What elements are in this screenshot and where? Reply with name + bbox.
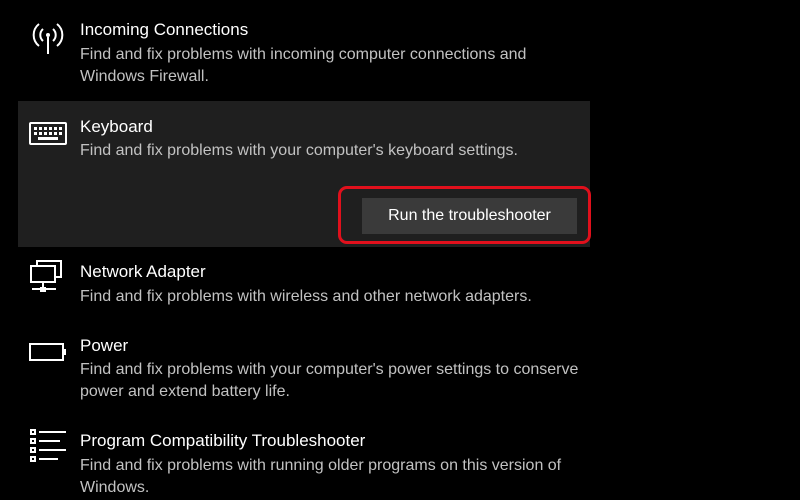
item-description: Find and fix problems with running older… — [80, 457, 562, 496]
item-description: Find and fix problems with your computer… — [80, 142, 518, 159]
troubleshooter-item-incoming-connections[interactable]: Incoming Connections Find and fix proble… — [18, 16, 590, 96]
troubleshooters-page: Incoming Connections Find and fix proble… — [0, 0, 800, 500]
item-title: Program Compatibility Troubleshooter — [80, 431, 366, 450]
wireless-antenna-icon — [28, 16, 68, 56]
item-title: Incoming Connections — [80, 20, 249, 39]
troubleshooter-item-program-compatibility[interactable]: Program Compatibility Troubleshooter Fin… — [18, 428, 590, 500]
item-description: Find and fix problems with wireless and … — [80, 288, 532, 305]
troubleshooter-item-network-adapter[interactable]: Network Adapter Find and fix problems wi… — [18, 258, 590, 314]
item-title: Keyboard — [80, 117, 153, 136]
item-description: Find and fix problems with incoming comp… — [80, 46, 527, 85]
battery-icon — [28, 332, 68, 372]
network-monitor-icon — [28, 258, 68, 298]
troubleshooter-item-power[interactable]: Power Find and fix problems with your co… — [18, 332, 590, 408]
item-title: Power — [80, 336, 129, 355]
troubleshooter-item-keyboard[interactable]: Keyboard Find and fix problems with your… — [18, 101, 591, 247]
keyboard-icon — [28, 119, 68, 159]
item-title: Network Adapter — [80, 262, 206, 281]
run-troubleshooter-button[interactable]: Run the troubleshooter — [362, 198, 577, 234]
list-icon — [28, 428, 68, 468]
item-description: Find and fix problems with your computer… — [80, 361, 579, 400]
